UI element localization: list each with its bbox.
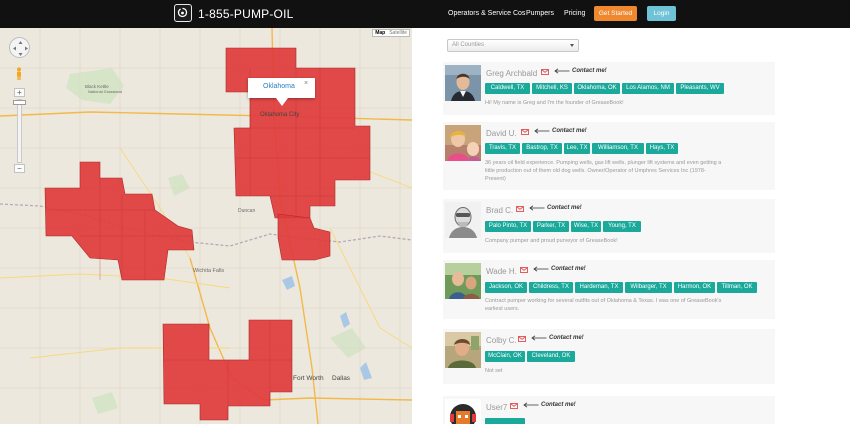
- arrow-left-icon: [531, 335, 547, 341]
- map-info-window: Oklahoma ×: [248, 78, 315, 106]
- zoom-slider-track[interactable]: [17, 99, 22, 163]
- county-tag[interactable]: Jackson, OK: [485, 282, 527, 293]
- contact-me-label: Contact me!: [541, 402, 576, 408]
- county-tag[interactable]: Pleasants, WV: [676, 83, 724, 94]
- pumper-name[interactable]: David U.: [486, 129, 517, 138]
- arrow-left-icon: [554, 68, 570, 74]
- county-tag[interactable]: Lee, TX: [564, 143, 590, 154]
- avatar[interactable]: [445, 263, 481, 299]
- avatar[interactable]: [445, 65, 481, 101]
- map-base: Black Kettle National Grassland Oklahoma…: [0, 28, 412, 424]
- pumper-card-brad: Brad C. Contact me! Palo Pinto, TX Parke…: [443, 199, 775, 253]
- pumper-name[interactable]: User7: [486, 403, 507, 412]
- pumper-bio: Hi! My name is Greg and I'm the founder …: [485, 100, 624, 106]
- county-filter-value: All Counties: [452, 42, 485, 48]
- county-tag[interactable]: Mitchell, KS: [532, 83, 572, 94]
- county-tag[interactable]: Oklahoma, OK: [574, 83, 620, 94]
- county-tag[interactable]: Harmon, OK: [674, 282, 715, 293]
- county-tag[interactable]: Wise, TX: [571, 221, 601, 232]
- chevron-down-icon: [570, 44, 574, 47]
- arrow-left-icon: [523, 402, 539, 408]
- svg-text:National Grassland: National Grassland: [88, 89, 122, 94]
- pumper-card-greg: Greg Archbald Contact me! Caldwell, TX M…: [443, 62, 775, 115]
- zoom-slider-handle[interactable]: [13, 100, 26, 105]
- mail-icon[interactable]: [520, 267, 528, 273]
- map-type-toggle[interactable]: Map Satellite: [372, 29, 410, 37]
- info-window-tail: [276, 98, 288, 106]
- county-tag[interactable]: Tillman, OK: [717, 282, 757, 293]
- county-filter-select[interactable]: All Counties: [447, 39, 579, 52]
- pumper-card-wade: Wade H. Contact me! Jackson, OK Childres…: [443, 260, 775, 319]
- pumper-card-colby: Colby C. Contact me! McClain, OK Clevela…: [443, 329, 775, 384]
- oil-drop-icon[interactable]: [174, 4, 192, 22]
- pumper-name[interactable]: Wade H.: [486, 267, 517, 276]
- mail-icon[interactable]: [541, 69, 549, 75]
- login-button[interactable]: Login: [647, 6, 676, 21]
- svg-text:Dallas: Dallas: [332, 375, 351, 382]
- county-tag[interactable]: McClain, OK: [485, 351, 525, 362]
- phone-number[interactable]: 1-855-PUMP-OIL: [198, 7, 294, 21]
- county-tag[interactable]: Williamson, TX: [592, 143, 644, 154]
- county-tag[interactable]: Wilbarger, TX: [625, 282, 672, 293]
- pumper-card-david: David U. Contact me! Travis, TX Bastrop,…: [443, 122, 775, 190]
- contact-me-label: Contact me!: [552, 128, 587, 134]
- arrow-left-icon: [529, 205, 545, 211]
- pumper-bio: Not set: [485, 368, 503, 374]
- county-tag[interactable]: Los Alamos, NM: [622, 83, 674, 94]
- county-map[interactable]: Black Kettle National Grassland Oklahoma…: [0, 28, 412, 424]
- contact-me-label: Contact me!: [572, 68, 607, 74]
- county-tag[interactable]: Cleveland, OK: [527, 351, 575, 362]
- nav-link-pumpers[interactable]: Pumpers: [526, 10, 554, 17]
- svg-text:Fort Worth: Fort Worth: [293, 375, 324, 382]
- nav-link-pricing[interactable]: Pricing: [564, 10, 585, 17]
- nav-link-operators[interactable]: Operators & Service Cos: [448, 10, 525, 17]
- pegman-icon[interactable]: [15, 67, 23, 80]
- avatar[interactable]: [445, 125, 481, 161]
- county-tag[interactable]: Bastrop, TX: [522, 143, 562, 154]
- pumper-name[interactable]: Brad C.: [486, 206, 513, 215]
- zoom-out-button[interactable]: −: [14, 164, 25, 173]
- avatar[interactable]: [445, 202, 481, 238]
- zoom-in-button[interactable]: +: [14, 88, 25, 97]
- mail-icon[interactable]: [510, 403, 518, 409]
- pumper-card-user7: User7 Contact me!: [443, 396, 775, 424]
- pan-control-icon[interactable]: [9, 37, 30, 58]
- svg-text:Oklahoma City: Oklahoma City: [260, 112, 299, 118]
- top-navbar: 1-855-PUMP-OIL Operators & Service Cos P…: [0, 0, 850, 28]
- map-type-satellite[interactable]: Satellite: [387, 30, 409, 37]
- close-icon[interactable]: ×: [304, 80, 308, 87]
- county-tag[interactable]: Caldwell, TX: [485, 83, 530, 94]
- avatar[interactable]: [445, 332, 481, 368]
- county-tag[interactable]: Hays, TX: [646, 143, 678, 154]
- county-tag-partial[interactable]: [485, 418, 525, 424]
- pumper-bio: Contract pumper working for several outf…: [485, 298, 722, 312]
- pumper-name[interactable]: Colby C.: [486, 336, 517, 345]
- info-window-label[interactable]: Oklahoma: [263, 83, 295, 90]
- arrow-left-icon: [534, 128, 550, 134]
- mail-icon[interactable]: [521, 129, 529, 135]
- county-tag[interactable]: Childress, TX: [529, 282, 573, 293]
- county-tag[interactable]: Palo Pinto, TX: [485, 221, 531, 232]
- pumper-name[interactable]: Greg Archbald: [486, 69, 537, 78]
- pumper-bio: 36 years oil field experience. Pumping w…: [485, 160, 722, 182]
- county-tag[interactable]: Parker, TX: [533, 221, 569, 232]
- county-tag[interactable]: Travis, TX: [485, 143, 520, 154]
- get-started-button[interactable]: Get Started: [594, 6, 637, 21]
- avatar[interactable]: [445, 399, 481, 424]
- map-type-map[interactable]: Map: [373, 30, 387, 37]
- pumper-bio: Company pumper and proud purveyor of Gre…: [485, 238, 618, 244]
- arrow-left-icon: [533, 266, 549, 272]
- county-tag[interactable]: Hardeman, TX: [575, 282, 623, 293]
- contact-me-label: Contact me!: [551, 266, 586, 272]
- mail-icon[interactable]: [518, 336, 526, 342]
- contact-me-label: Contact me!: [549, 335, 584, 341]
- contact-me-label: Contact me!: [547, 205, 582, 211]
- svg-text:Wichita Falls: Wichita Falls: [193, 268, 224, 274]
- mail-icon[interactable]: [516, 206, 524, 212]
- svg-text:Duncan: Duncan: [238, 208, 255, 214]
- county-tag[interactable]: Young, TX: [603, 221, 641, 232]
